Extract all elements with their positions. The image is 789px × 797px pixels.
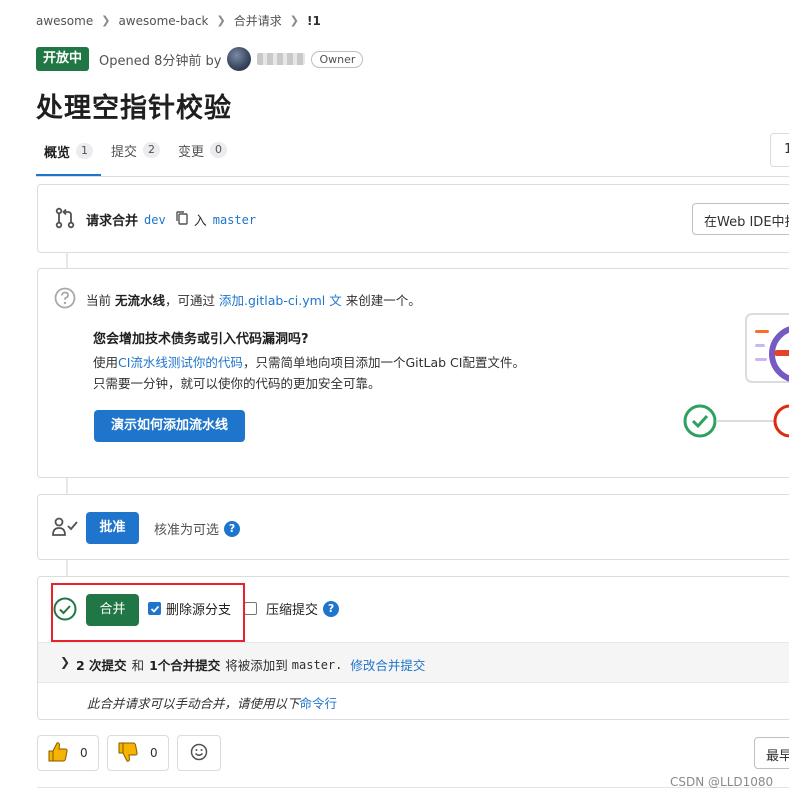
chevron-right-icon[interactable]: ❯	[60, 655, 70, 669]
opened-text: Opened 8分钟前 by	[99, 53, 222, 69]
pipeline-heading: 您会增加技术债务或引入代码漏洞吗?	[93, 332, 309, 347]
pipeline-status-text: 当前 无流水线，可通过 添加.gitlab-ci.yml 文 来创建一个。	[86, 290, 421, 309]
timeline-connector	[66, 253, 68, 268]
and-text: 和	[131, 658, 145, 673]
approval-optional-text: 核准为可选	[154, 523, 220, 538]
tab-label: 变更	[178, 144, 205, 160]
pipeline-suffix: 来创建一个。	[345, 293, 421, 308]
merge-commit-count: 1个合并提交	[149, 658, 221, 673]
role-badge: Owner	[311, 50, 364, 68]
breadcrumb-separator-icon: ❯	[101, 14, 111, 27]
p1-suffix: ，只需简单地向项目添加一个GitLab CI配置文件。	[242, 355, 525, 370]
manual-merge-label: 此合并请求可以手动合并，请使用以下	[87, 696, 300, 711]
avatar[interactable]	[227, 47, 252, 71]
demo-add-pipeline-button[interactable]: 演示如何添加流水线	[94, 410, 245, 442]
approve-button[interactable]: 批准	[86, 512, 139, 544]
open-in-webide-button[interactable]: 在Web IDE中打开	[692, 203, 789, 235]
checkbox-unchecked-icon[interactable]	[244, 602, 257, 615]
pipeline-description-1: 使用CI流水线测试你的代码，只需简单地向项目添加一个GitLab CI配置文件。	[93, 352, 525, 371]
status-badge: 开放中	[36, 47, 90, 71]
pipeline-suggestion-widget: 当前 无流水线，可通过 添加.gitlab-ci.yml 文 来创建一个。 您会…	[37, 268, 789, 478]
pipeline-illustration	[678, 304, 789, 454]
timeline-connector	[66, 478, 68, 494]
tab-overview[interactable]: 概览 1	[36, 134, 101, 176]
breadcrumb-item-merge-requests[interactable]: 合并请求	[234, 12, 282, 29]
tabs-divider	[36, 176, 789, 177]
tab-changes[interactable]: 变更 0	[170, 134, 235, 166]
tab-label: 概览	[44, 145, 71, 161]
command-line-link[interactable]: 命令行	[300, 696, 338, 711]
question-circle-icon	[54, 287, 76, 313]
help-icon[interactable]: ?	[323, 600, 340, 617]
copy-icon[interactable]	[176, 210, 188, 229]
squash-commits-checkbox[interactable]: 压缩提交 ?	[244, 599, 340, 618]
no-pipeline-label: 无流水线	[115, 293, 166, 308]
merge-request-widget: 请求合并 dev 入 master 在Web IDE中打开	[37, 184, 789, 253]
tab-count: 2	[143, 142, 161, 158]
tab-count: 1	[76, 143, 94, 159]
breadcrumb-separator-icon: ❯	[289, 14, 299, 27]
commits-count: 2 次提交	[76, 658, 127, 673]
p1-prefix: 使用	[93, 355, 119, 370]
mr-status-line: 开放中 Opened 8分钟前 by Owner	[36, 47, 364, 71]
pipeline-prefix: 当前	[86, 293, 112, 308]
add-reaction-button[interactable]	[177, 735, 221, 771]
breadcrumb-item-mr-id[interactable]: !1	[307, 14, 321, 28]
target-branch-link[interactable]: master	[213, 213, 256, 227]
breadcrumb-item-project[interactable]: awesome-back	[118, 14, 208, 28]
thumbs-up-count: 0	[80, 746, 88, 760]
thumbs-down-button[interactable]: 0	[107, 735, 169, 771]
source-branch-link[interactable]: dev	[144, 213, 166, 227]
pipeline-mid: ，可通过	[165, 293, 216, 308]
timeline-connector	[66, 560, 68, 576]
add-gitlab-ci-link[interactable]: 添加.gitlab-ci.yml 文	[219, 293, 342, 308]
commit-summary-bar[interactable]: ❯ 2 次提交 和 1个合并提交 将被添加到 master. 修改合并提交	[38, 642, 789, 683]
thumbs-down-icon	[116, 740, 140, 767]
breadcrumb: awesome ❯ awesome-back ❯ 合并请求 ❯ !1	[36, 12, 321, 29]
squash-commits-label: 压缩提交	[266, 603, 319, 618]
approval-optional: 核准为可选 ?	[154, 519, 241, 538]
pipeline-description-2: 只需要一分钟，就可以使你的代码的更加安全可靠。	[93, 376, 381, 391]
will-add-text: 将被添加到	[225, 658, 288, 673]
page-title: 处理空指针校验	[36, 93, 232, 124]
approval-user-icon	[52, 517, 80, 541]
sort-order-button[interactable]: 最早	[754, 737, 789, 769]
manual-merge-text: 此合并请求可以手动合并，请使用以下命令行	[87, 693, 337, 712]
tab-label: 提交	[111, 144, 138, 160]
watermark: CSDN @LLD1080	[670, 775, 774, 789]
tab-count: 0	[210, 142, 228, 158]
into-label: 入	[193, 214, 207, 229]
tab-commits[interactable]: 提交 2	[103, 134, 168, 166]
highlight-frame	[51, 583, 245, 642]
request-merge-text: 请求合并 dev 入 master	[86, 210, 262, 229]
request-merge-label: 请求合并	[86, 214, 139, 229]
author-name-redacted[interactable]	[257, 53, 306, 65]
thumbs-up-button[interactable]: 0	[37, 735, 99, 771]
tabs-right-button[interactable]: 1	[770, 133, 789, 167]
commit-summary-text: ❯ 2 次提交 和 1个合并提交 将被添加到 master. 修改合并提交	[60, 655, 425, 674]
modify-merge-commit-link[interactable]: 修改合并提交	[350, 655, 425, 674]
mr-tabs: 概览 1 提交 2 变更 0	[36, 134, 237, 176]
thumbs-up-icon	[46, 740, 70, 767]
smiley-icon	[190, 743, 208, 764]
target-branch-text: master.	[291, 657, 343, 672]
help-icon[interactable]: ?	[224, 520, 241, 537]
breadcrumb-item-group[interactable]: awesome	[36, 14, 93, 28]
merge-request-icon	[54, 207, 76, 233]
breadcrumb-separator-icon: ❯	[216, 14, 226, 27]
thumbs-down-count: 0	[150, 746, 158, 760]
ci-test-link[interactable]: CI流水线测试你的代码	[118, 355, 243, 370]
approval-widget: 批准 核准为可选 ?	[37, 494, 789, 560]
